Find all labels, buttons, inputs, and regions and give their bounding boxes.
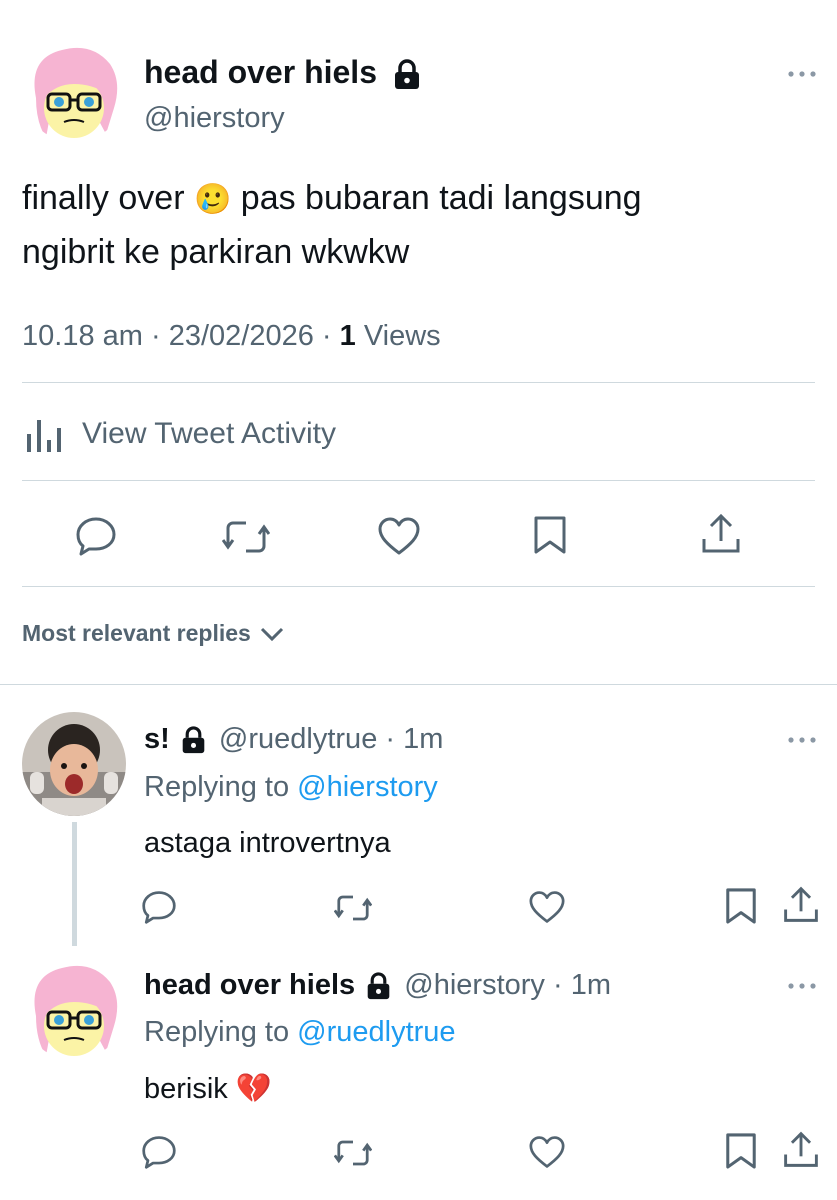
- retweet-button[interactable]: [334, 893, 372, 923]
- tweet-meta: 10.18 am · 23/02/2026 · 1 Views: [22, 320, 441, 352]
- reply-text: astaga introvertnya: [144, 827, 391, 859]
- more-icon[interactable]: [787, 68, 817, 80]
- handle[interactable]: @hierstory: [144, 100, 285, 136]
- replying-to-label: Replying to: [144, 771, 290, 803]
- replying-to-link[interactable]: @ruedlytrue: [297, 1016, 455, 1048]
- thread-line: [72, 822, 77, 946]
- display-name[interactable]: head over hiels: [144, 54, 377, 90]
- tweet-time[interactable]: 10.18 am: [22, 320, 143, 352]
- bookmark-button[interactable]: [724, 1132, 758, 1170]
- like-button[interactable]: [528, 1135, 566, 1169]
- retweet-button[interactable]: [222, 518, 270, 556]
- chevron-down-icon: [259, 625, 285, 643]
- like-button[interactable]: [377, 516, 421, 556]
- avatar[interactable]: [22, 712, 126, 816]
- display-name[interactable]: s!: [144, 723, 170, 755]
- reply-button[interactable]: [141, 1135, 177, 1169]
- bookmark-button[interactable]: [532, 515, 568, 555]
- display-name[interactable]: head over hiels: [144, 969, 355, 1001]
- divider: [22, 382, 815, 383]
- lock-icon: [365, 972, 392, 1001]
- replies-sort[interactable]: Most relevant replies: [22, 620, 285, 647]
- avatar[interactable]: [22, 38, 126, 142]
- reply-button[interactable]: [75, 516, 117, 556]
- share-button[interactable]: [782, 1131, 820, 1169]
- retweet-button[interactable]: [334, 1138, 372, 1168]
- reply-age[interactable]: 1m: [571, 969, 611, 1001]
- replies-sort-label: Most relevant replies: [22, 620, 251, 646]
- avatar[interactable]: [22, 956, 126, 1060]
- tweet-date[interactable]: 23/02/2026: [169, 320, 314, 352]
- like-button[interactable]: [528, 890, 566, 924]
- share-button[interactable]: [700, 513, 742, 555]
- crying-emoji: 🥲: [193, 183, 232, 216]
- divider: [0, 684, 837, 685]
- divider: [22, 586, 815, 587]
- handle[interactable]: @ruedlytrue: [219, 723, 377, 755]
- views-label: Views: [363, 320, 441, 352]
- reply-button[interactable]: [141, 890, 177, 924]
- broken-heart-emoji: 💔: [235, 1073, 272, 1105]
- lock-icon: [180, 726, 207, 755]
- handle[interactable]: @hierstory: [404, 969, 545, 1001]
- more-icon[interactable]: [787, 980, 817, 992]
- activity-label: View Tweet Activity: [82, 417, 337, 450]
- divider: [22, 480, 815, 481]
- more-icon[interactable]: [787, 734, 817, 746]
- tweet-text: finally over 🥲 pas bubaran tadi langsung…: [22, 179, 642, 271]
- view-tweet-activity[interactable]: View Tweet Activity: [22, 412, 336, 456]
- lock-icon: [392, 58, 422, 91]
- reply-text: berisik 💔: [144, 1073, 272, 1105]
- bookmark-button[interactable]: [724, 887, 758, 925]
- reply-age[interactable]: 1m: [403, 723, 443, 755]
- replying-to-link[interactable]: @hierstory: [297, 771, 438, 803]
- activity-chart-icon: [22, 414, 66, 454]
- replying-to-label: Replying to: [144, 1016, 290, 1048]
- share-button[interactable]: [782, 886, 820, 924]
- views-count: 1: [339, 320, 356, 352]
